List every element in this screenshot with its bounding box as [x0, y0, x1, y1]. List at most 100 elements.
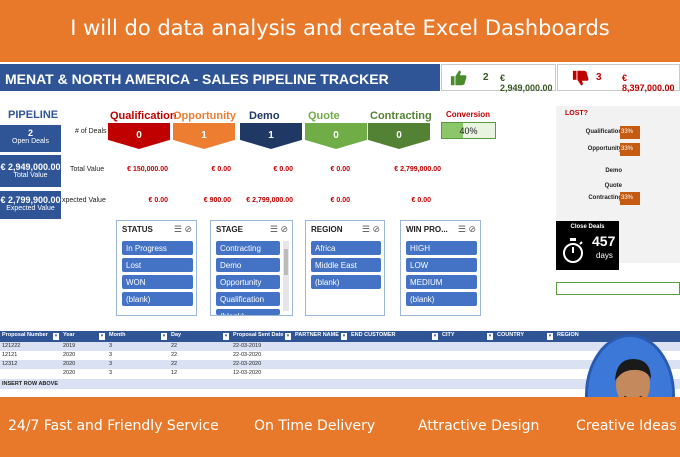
lost-amount: € 8,397,000.00: [622, 73, 675, 93]
slicer-item[interactable]: Qualification: [216, 292, 280, 306]
column-header: CITY: [442, 332, 455, 338]
clear-filter-icon[interactable]: ⊘: [280, 224, 288, 234]
filter-dropdown-icon[interactable]: ▾: [547, 333, 553, 340]
table-cell[interactable]: 12312: [2, 361, 17, 367]
filter-dropdown-icon[interactable]: ▾: [161, 333, 167, 340]
stage-title-opportunity: Opportunity: [173, 110, 236, 122]
table-cell[interactable]: 12-03-2020: [233, 370, 261, 376]
filter-dropdown-icon[interactable]: ▾: [223, 333, 229, 340]
expected-value-label: Expected Value: [6, 205, 55, 212]
slicer-item[interactable]: (blank): [406, 292, 477, 306]
filter-dropdown-icon[interactable]: ▾: [432, 333, 438, 340]
lost-row-label: Demo: [605, 168, 622, 174]
slicer-item[interactable]: LOW: [406, 258, 477, 272]
top-banner: I will do data analysis and create Excel…: [0, 0, 680, 62]
stage-expected-qualification: € 0.00: [148, 197, 168, 204]
table-row[interactable]: 12121 2020 3 22 22-03-2020: [0, 351, 680, 360]
table-cell[interactable]: 22-03-2019: [233, 343, 261, 349]
column-header: Day: [171, 332, 182, 338]
total-value-box: € 2,949,000.00 Total Value: [0, 155, 61, 187]
stage-title-qualification: Qualification: [110, 110, 177, 122]
multi-select-icon[interactable]: ☰: [270, 224, 278, 234]
table-cell[interactable]: 2020: [63, 352, 75, 358]
slicer-item[interactable]: Africa: [311, 241, 381, 255]
banner-title: I will do data analysis and create Excel…: [70, 16, 610, 40]
table-cell[interactable]: 121222: [2, 343, 20, 349]
multi-select-icon[interactable]: ☰: [174, 224, 182, 234]
scrollbar-thumb[interactable]: [284, 249, 288, 275]
filter-dropdown-icon[interactable]: ▾: [53, 333, 59, 340]
column-header: Month: [109, 332, 126, 338]
table-cell[interactable]: 22-03-2020: [233, 352, 261, 358]
thumbs-down-icon: [572, 70, 589, 86]
won-count: 2: [483, 72, 489, 83]
open-deals-value: 2: [27, 128, 33, 138]
clear-filter-icon[interactable]: ⊘: [468, 224, 476, 234]
lost-row-label: Quote: [604, 183, 622, 189]
slicer-item[interactable]: (blank): [311, 275, 381, 289]
stage-expected-contracting: € 0.00: [411, 197, 431, 204]
slicer-item[interactable]: In Progress: [122, 241, 193, 255]
column-header: Year: [63, 332, 75, 338]
stage-total-qualification: € 150,000.00: [127, 166, 168, 173]
stage-shield-qualification: 0: [108, 123, 170, 149]
slicer-title: STAGE: [216, 225, 243, 234]
table-cell[interactable]: 3: [109, 352, 112, 358]
slicer-item[interactable]: (blank): [216, 309, 280, 315]
table-cell[interactable]: 22: [171, 343, 177, 349]
table-cell[interactable]: 12121: [2, 352, 17, 358]
lost-row-demo: Demo: [556, 165, 680, 178]
stopwatch-icon: [563, 238, 583, 263]
table-row[interactable]: 2020 3 12 12-03-2020: [0, 369, 680, 378]
table-cell[interactable]: 22: [171, 361, 177, 367]
status-slicer: STATUS ☰ ⊘ In Progress Lost WON (blank): [116, 220, 197, 316]
close-deals-title: Close Deals: [570, 224, 605, 230]
table-cell[interactable]: 2020: [63, 370, 75, 376]
table-cell[interactable]: 2019: [63, 343, 75, 349]
lost-row-opportunity: Opportunity 33%: [556, 143, 680, 156]
filter-dropdown-icon[interactable]: ▾: [341, 333, 347, 340]
slicer-item[interactable]: Middle East: [311, 258, 381, 272]
slicer-scrollbar[interactable]: [283, 241, 289, 311]
table-cell[interactable]: 3: [109, 370, 112, 376]
feature-ideas: Creative Ideas: [576, 418, 677, 434]
table-cell[interactable]: 22-03-2020: [233, 361, 261, 367]
filter-dropdown-icon[interactable]: ▾: [487, 333, 493, 340]
table-cell[interactable]: 3: [109, 343, 112, 349]
filter-dropdown-icon[interactable]: ▾: [285, 333, 291, 340]
bottom-banner: 24/7 Fast and Friendly Service On Time D…: [0, 397, 680, 457]
slicer-item[interactable]: Opportunity: [216, 275, 280, 289]
selected-cell-outline[interactable]: [556, 282, 680, 295]
lost-title: LOST?: [565, 110, 588, 117]
multi-select-icon[interactable]: ☰: [458, 224, 466, 234]
clear-filter-icon[interactable]: ⊘: [372, 224, 380, 234]
slicer-item[interactable]: Demo: [216, 258, 280, 272]
stage-total-quote: € 0.00: [330, 166, 350, 173]
table-cell[interactable]: 3: [109, 361, 112, 367]
multi-select-icon[interactable]: ☰: [362, 224, 370, 234]
total-value-label: Total Value: [13, 172, 48, 179]
slicer-title: WIN PRO...: [406, 225, 448, 234]
table-cell[interactable]: 12: [171, 370, 177, 376]
slicer-item[interactable]: (blank): [122, 292, 193, 306]
filter-dropdown-icon[interactable]: ▾: [99, 333, 105, 340]
feature-design: Attractive Design: [418, 418, 540, 434]
slicer-item[interactable]: HIGH: [406, 241, 477, 255]
slicer-item[interactable]: MEDIUM: [406, 275, 477, 289]
lost-row-pct: 33%: [621, 146, 634, 152]
open-deals-label: Open Deals: [12, 138, 49, 145]
deals-row-label: # of Deals: [75, 128, 107, 135]
table-row[interactable]: 12312 2020 3 22 22-03-2020: [0, 360, 680, 369]
column-header: PARTNER NAME: [295, 332, 339, 338]
stage-shield-contracting: 0: [368, 123, 430, 149]
insert-row-above[interactable]: INSERT ROW ABOVE: [0, 379, 680, 389]
slicer-item[interactable]: WON: [122, 275, 193, 289]
slicer-item[interactable]: Contracting: [216, 241, 280, 255]
table-cell[interactable]: 22: [171, 352, 177, 358]
column-header: COUNTRY: [497, 332, 524, 338]
stage-slicer: STAGE ☰ ⊘ Contracting Demo Opportunity Q…: [210, 220, 293, 316]
table-cell[interactable]: 2020: [63, 361, 75, 367]
table-row[interactable]: 121222 2019 3 22 22-03-2019: [0, 342, 680, 351]
slicer-item[interactable]: Lost: [122, 258, 193, 272]
clear-filter-icon[interactable]: ⊘: [184, 224, 192, 234]
